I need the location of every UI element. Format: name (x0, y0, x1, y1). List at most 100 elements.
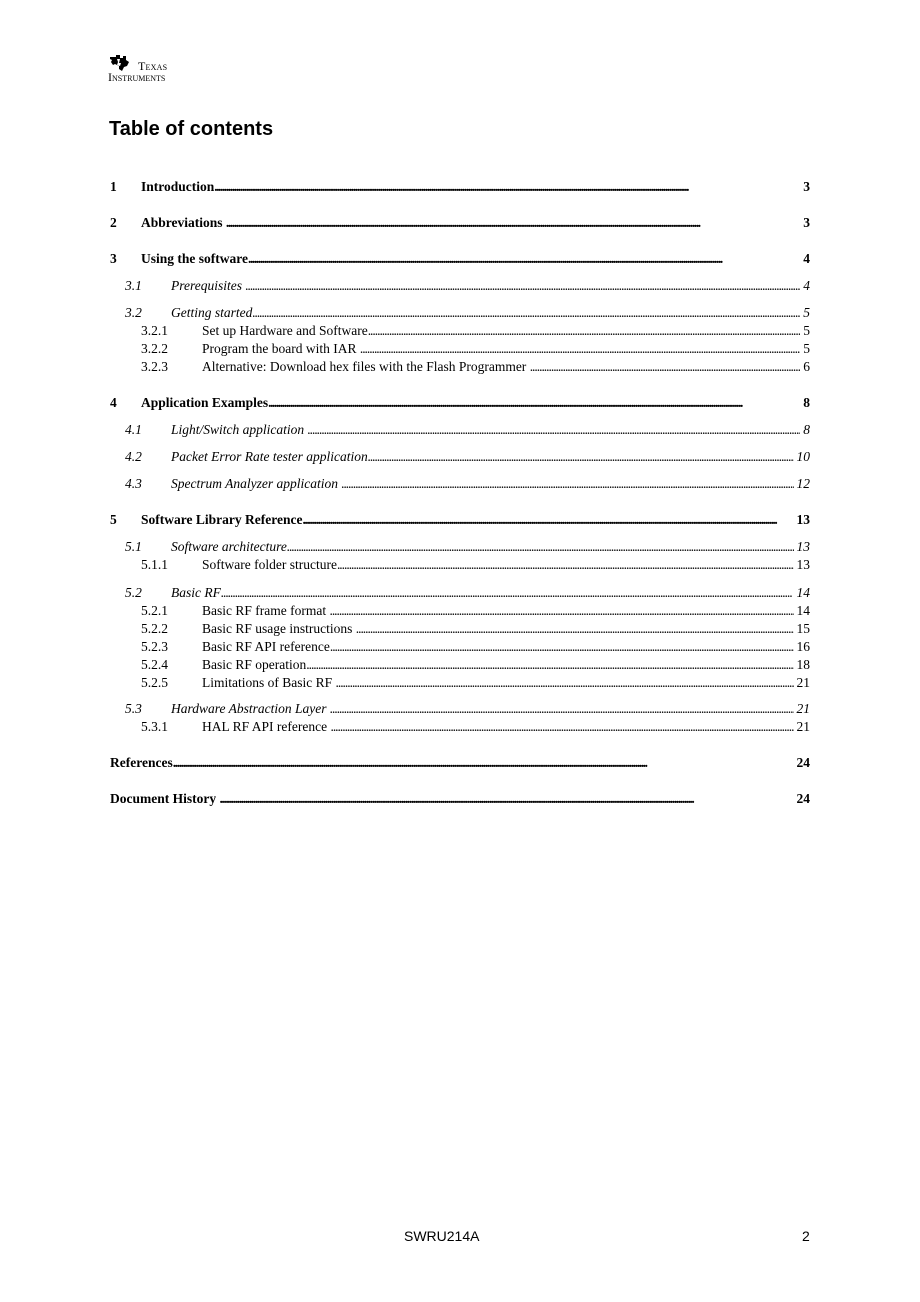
toc-entry-page: 14 (793, 602, 810, 620)
toc-entry-title[interactable]: Set up Hardware and Software (202, 323, 368, 338)
toc-entry-page: 5 (800, 340, 810, 358)
toc-dot-leader: Program the board with IAR (202, 340, 800, 358)
toc-dot-leader: HAL RF API reference (202, 718, 794, 736)
toc-entry[interactable]: 5.2.3 Basic RF API reference 16 (0, 638, 920, 656)
toc-entry[interactable]: References 24 (0, 754, 920, 772)
toc-dot-leader: Document History (110, 790, 794, 808)
toc-entry[interactable]: 3.1 Prerequisites 4 (0, 277, 920, 295)
toc-entry[interactable]: 5.2.4 Basic RF operation 18 (0, 656, 920, 674)
toc-entry-title[interactable]: Introduction (141, 179, 215, 194)
toc-dot-leader: Alternative: Download hex files with the… (202, 358, 800, 376)
toc-entry-title[interactable]: Limitations of Basic RF (202, 675, 336, 690)
ti-logo: Texas Instruments (108, 54, 190, 84)
toc-entry-page: 13 (793, 538, 810, 556)
toc-entry-number: 5.1 (125, 539, 142, 554)
toc-entry-page: 10 (793, 448, 810, 466)
toc-entry-number: 3.2.1 (141, 323, 168, 338)
toc-entry-page: 8 (800, 421, 810, 439)
toc-entry[interactable]: 3.2.2 Program the board with IAR 5 (0, 340, 920, 358)
toc-dot-leader: Packet Error Rate tester application (171, 448, 794, 466)
toc-entry[interactable]: 5 Software Library Reference 13 (0, 511, 920, 529)
toc-entry-page: 5 (800, 304, 810, 322)
toc-entry-title[interactable]: Software Library Reference (141, 512, 303, 527)
toc-entry-title[interactable]: Basic RF API reference (202, 639, 330, 654)
toc-entry[interactable]: 5.2 Basic RF 14 (0, 584, 920, 602)
toc-entry[interactable]: 3.2.3 Alternative: Download hex files wit… (0, 358, 920, 376)
toc-entry[interactable]: 5.2.2 Basic RF usage instructions 15 (0, 620, 920, 638)
toc-entry-page: 6 (800, 358, 810, 376)
toc-entry[interactable]: 4.3 Spectrum Analyzer application 12 (0, 475, 920, 493)
toc-entry[interactable]: 4.1 Light/Switch application 8 (0, 421, 920, 439)
toc-entry-title[interactable]: Prerequisites (171, 278, 246, 293)
toc-entry-title[interactable]: Application Examples (141, 395, 269, 410)
toc-entry-title[interactable]: Getting started (171, 305, 253, 320)
toc-entry-page: 4 (800, 250, 810, 268)
toc-dot-leader: Prerequisites (171, 277, 800, 295)
toc-entry[interactable]: 3.2 Getting started 5 (0, 304, 920, 322)
toc-entry-title[interactable]: Software folder structure (202, 557, 337, 572)
toc-entry-number: 5.2.1 (141, 603, 168, 618)
toc-entry[interactable]: 5.1.1 Software folder structure 13 (0, 556, 920, 574)
toc-entry-title[interactable]: HAL RF API reference (202, 719, 331, 734)
toc-entry-number: 3 (110, 251, 117, 266)
toc-entry[interactable]: 5.1 Software architecture 13 (0, 538, 920, 556)
toc-entry[interactable]: 4 Application Examples 8 (0, 394, 920, 412)
toc-entry-title[interactable]: Program the board with IAR (202, 341, 360, 356)
toc-dot-leader: References (110, 754, 794, 772)
toc-dot-leader: Software Library Reference (141, 511, 794, 529)
toc-entry-number: 5 (110, 512, 117, 527)
toc-entry-page: 3 (800, 178, 810, 196)
toc-entry-number: 4.2 (125, 449, 142, 464)
toc-entry[interactable]: 5.3 Hardware Abstraction Layer 21 (0, 700, 920, 718)
toc-entry-title[interactable]: Document History (110, 791, 220, 806)
toc-entry-title[interactable]: Hardware Abstraction Layer (171, 701, 330, 716)
toc-dot-leader: Getting started (171, 304, 800, 322)
toc-entry[interactable]: 4.2 Packet Error Rate tester application 1… (0, 448, 920, 466)
toc-dot-leader: Basic RF operation (202, 656, 794, 674)
toc-entry-title[interactable]: Packet Error Rate tester application (171, 449, 368, 464)
toc-dot-leader: Basic RF API reference (202, 638, 794, 656)
toc-entry-number: 5.2.5 (141, 675, 168, 690)
toc-dot-leader: Software architecture (171, 538, 794, 556)
toc-entry-title[interactable]: Alternative: Download hex files with the… (202, 359, 530, 374)
toc-entry-number: 4 (110, 395, 117, 410)
toc-entry-page: 3 (800, 214, 810, 232)
toc-entry-page: 8 (800, 394, 810, 412)
toc-entry-number: 2 (110, 215, 117, 230)
page-number: 2 (802, 1228, 810, 1244)
toc-entry[interactable]: 2 Abbreviations 3 (0, 214, 920, 232)
toc-entry-page: 18 (793, 656, 810, 674)
toc-entry-number: 5.1.1 (141, 557, 168, 572)
toc-entry[interactable]: 5.2.1 Basic RF frame format 14 (0, 602, 920, 620)
toc-entry-page: 14 (793, 584, 810, 602)
toc-entry[interactable]: 5.3.1 HAL RF API reference 21 (0, 718, 920, 736)
toc-entry[interactable]: 1 Introduction 3 (0, 178, 920, 196)
toc-entry[interactable]: 5.2.5 Limitations of Basic RF 21 (0, 674, 920, 692)
toc-entry-title[interactable]: Basic RF frame format (202, 603, 330, 618)
toc-entry-title[interactable]: Using the software (141, 251, 248, 266)
toc-entry-number: 3.2.3 (141, 359, 168, 374)
toc-entry-page: 21 (793, 700, 810, 718)
toc-dot-leader: Introduction (141, 178, 800, 196)
toc-entry-title[interactable]: References (110, 755, 173, 770)
toc-entry-number: 5.2.3 (141, 639, 168, 654)
toc-entry-title[interactable]: Basic RF (171, 585, 221, 600)
toc-entry-title[interactable]: Light/Switch application (171, 422, 308, 437)
toc-entry-title[interactable]: Spectrum Analyzer application (171, 476, 342, 491)
toc-entry[interactable]: Document History 24 (0, 790, 920, 808)
toc-entry-page: 12 (793, 475, 810, 493)
logo-instruments: Instruments (108, 70, 166, 84)
toc-entry-number: 5.2 (125, 585, 142, 600)
toc-entry-number: 5.2.4 (141, 657, 168, 672)
toc-entry-number: 5.2.2 (141, 621, 168, 636)
toc-entry-title[interactable]: Abbreviations (141, 215, 226, 230)
toc-dot-leader: Abbreviations (141, 214, 800, 232)
toc-entry-title[interactable]: Basic RF operation (202, 657, 307, 672)
toc-entry-title[interactable]: Basic RF usage instructions (202, 621, 356, 636)
toc-entry[interactable]: 3.2.1 Set up Hardware and Software 5 (0, 322, 920, 340)
toc-dot-leader: Set up Hardware and Software (202, 322, 800, 340)
toc-entry[interactable]: 3 Using the software 4 (0, 250, 920, 268)
toc-entry-title[interactable]: Software architecture (171, 539, 287, 554)
toc-entry-page: 13 (793, 556, 810, 574)
toc-entry-number: 3.2 (125, 305, 142, 320)
